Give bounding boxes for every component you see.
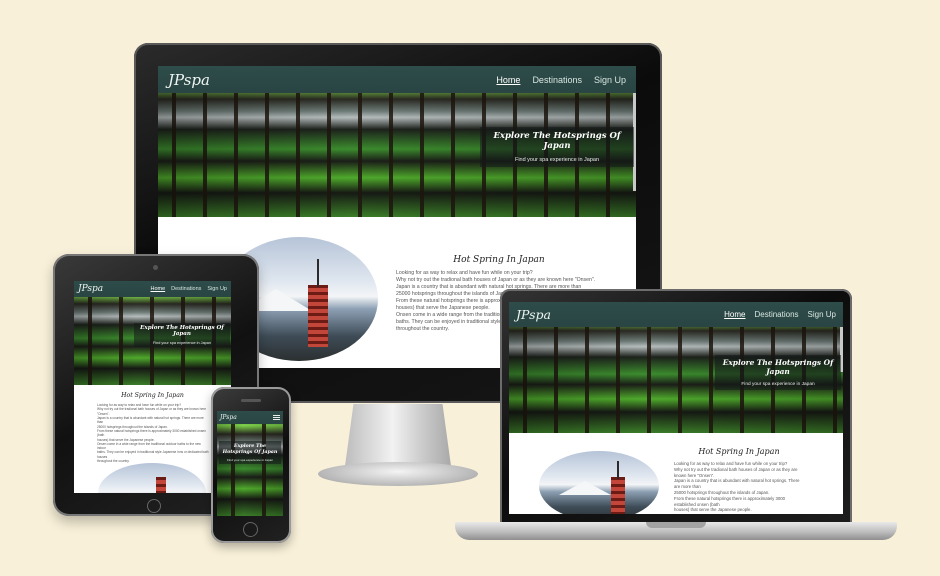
laptop-screen: JPspa Home Destinations Sign Up Explore … xyxy=(509,302,843,514)
phone-screen: JPspa Explore The Hotsprings Of Japan Fi… xyxy=(217,411,283,516)
navbar: JPspa xyxy=(217,411,283,424)
pagoda-image xyxy=(539,451,659,514)
nav-link-home[interactable]: Home xyxy=(150,286,165,292)
monitor-stand-base xyxy=(318,462,478,486)
section-title: Hot Spring In Japan xyxy=(698,447,780,456)
nav-links: Home Destinations Sign Up xyxy=(724,310,836,319)
nav-link-sign-up[interactable]: Sign Up xyxy=(207,286,227,292)
hero-title: Explore The Hotsprings Of Japan xyxy=(722,358,834,376)
nav-links: Home Destinations Sign Up xyxy=(496,75,626,85)
tablet-home-button xyxy=(147,499,161,513)
intro-paragraph: Looking for as way to relax and have fun… xyxy=(97,403,209,464)
navbar: JPspa Home Destinations Sign Up xyxy=(74,281,231,297)
hero-caption: Explore The Hotsprings Of Japan Find you… xyxy=(480,127,634,167)
navbar: JPspa Home Destinations Sign Up xyxy=(158,66,636,93)
site-logo[interactable]: JPspa xyxy=(220,414,237,421)
monitor-stand-neck xyxy=(345,404,451,466)
hero-subtitle: Find your spa experience in Japan xyxy=(514,157,600,163)
nav-link-destinations[interactable]: Destinations xyxy=(532,75,582,85)
site-logo[interactable]: JPspa xyxy=(516,307,551,322)
content-section: Hot Spring In Japan Looking for as way t… xyxy=(509,433,843,514)
hero-subtitle: Find your spa experience in Japan xyxy=(227,458,273,462)
phone-home-button xyxy=(243,522,258,537)
intro-paragraph: Looking for as way to relax and have fun… xyxy=(674,461,800,513)
hero-title: Explore The Hotsprings Of Japan xyxy=(140,325,224,337)
site-logo[interactable]: JPspa xyxy=(78,284,103,294)
section-title: Hot Spring In Japan xyxy=(121,392,184,399)
nav-link-home[interactable]: Home xyxy=(496,75,520,85)
phone-speaker xyxy=(241,399,261,402)
nav-link-sign-up[interactable]: Sign Up xyxy=(594,75,626,85)
hero-caption: Explore The Hotsprings Of Japan Find you… xyxy=(219,441,281,464)
navbar: JPspa Home Destinations Sign Up xyxy=(509,302,843,327)
nav-link-destinations[interactable]: Destinations xyxy=(755,310,799,319)
hero-title: Explore The Hotsprings Of Japan xyxy=(493,131,621,151)
section-title: Hot Spring In Japan xyxy=(453,255,545,265)
pagoda-image xyxy=(98,463,206,493)
hero-caption: Explore The Hotsprings Of Japan Find you… xyxy=(715,355,841,390)
nav-link-home[interactable]: Home xyxy=(724,310,745,319)
hero-subtitle: Find your spa experience in Japan xyxy=(152,341,212,345)
hero-title: Explore The Hotsprings Of Japan xyxy=(222,443,278,455)
hamburger-menu-icon[interactable] xyxy=(273,415,280,420)
content-section: Hot Spring In Japan Looking for as way t… xyxy=(74,385,231,493)
hero-subtitle: Find your spa experience in Japan xyxy=(741,382,815,387)
tablet-screen: JPspa Home Destinations Sign Up Explore … xyxy=(74,281,231,493)
tablet-camera xyxy=(153,265,158,270)
laptop-opening-notch xyxy=(646,522,706,528)
nav-link-sign-up[interactable]: Sign Up xyxy=(808,310,836,319)
nav-link-destinations[interactable]: Destinations xyxy=(171,286,201,292)
site-logo[interactable]: JPspa xyxy=(168,71,210,89)
nav-links: Home Destinations Sign Up xyxy=(150,286,227,292)
hero-banner: Explore The Hotsprings Of Japan Find you… xyxy=(217,411,283,516)
hero-caption: Explore The Hotsprings Of Japan Find you… xyxy=(134,323,230,347)
